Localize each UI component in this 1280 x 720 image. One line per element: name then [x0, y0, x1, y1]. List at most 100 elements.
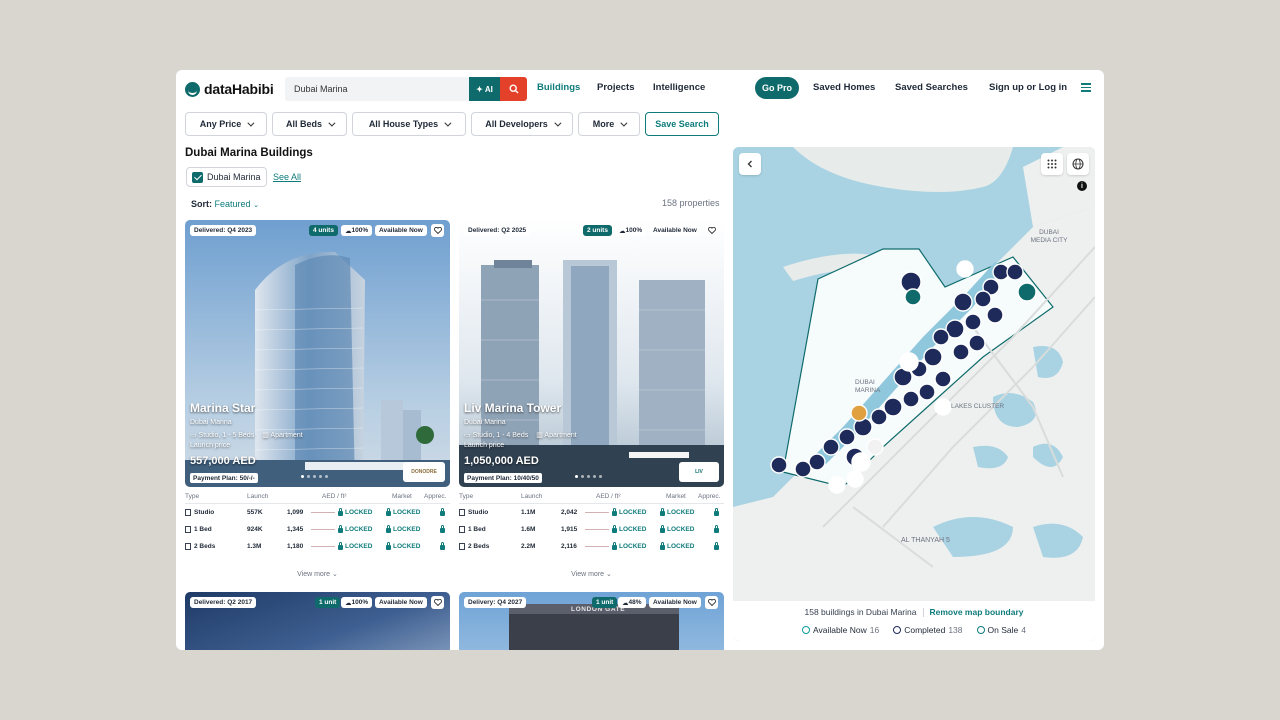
locked-aed[interactable]: LOCKED [338, 542, 386, 550]
row-aed: 1,099 [287, 509, 304, 516]
table-row[interactable]: Studio 1.1M 2,042 LOCKED LOCKED [459, 504, 724, 521]
legend-completed[interactable]: Completed 138 [893, 625, 963, 635]
map-footer-summary: 158 buildings in Dubai Marina Remove map … [733, 607, 1095, 618]
save-search-button[interactable]: Save Search [645, 112, 719, 136]
property-name[interactable]: Liv Marina Tower [464, 401, 561, 415]
property-image[interactable]: Delivered: Q2 2017 1 unit ☁ 100% Availabl… [185, 592, 450, 650]
map-canvas[interactable] [733, 147, 1095, 601]
locked-apprec[interactable] [440, 525, 450, 533]
table-row[interactable]: 2 Beds 1.3M 1,180 LOCKED LOCKED [185, 538, 450, 555]
locked-market[interactable]: LOCKED [660, 525, 714, 533]
property-card[interactable]: Delivered: Q2 2017 1 unit ☁ 100% Availabl… [185, 592, 450, 650]
heart-icon[interactable] [705, 596, 718, 609]
table-row[interactable]: Studio 557K 1,099 LOCKED LOCKED [185, 504, 450, 521]
map-label-lakes: LAKES CLUSTER [951, 403, 1005, 410]
heart-icon[interactable] [705, 224, 718, 237]
table-row[interactable]: 1 Bed 924K 1,345 LOCKED LOCKED [185, 521, 450, 538]
developers-filter[interactable]: All Developers [471, 112, 573, 136]
th-apprec: Apprec. [424, 493, 447, 500]
more-filter[interactable]: More [578, 112, 640, 136]
locked-label: LOCKED [619, 526, 647, 533]
see-all-link[interactable]: See All [273, 172, 301, 182]
area-chip[interactable]: Dubai Marina [186, 167, 267, 187]
ai-button[interactable]: ✦ AI [469, 77, 500, 101]
locked-aed[interactable]: LOCKED [338, 525, 386, 533]
legend-count: 138 [948, 625, 963, 635]
sort-value: Featured [214, 199, 251, 209]
buildings-count: 158 buildings in Dubai Marina [804, 607, 917, 617]
search-button[interactable] [500, 77, 527, 101]
locked-market[interactable]: LOCKED [660, 542, 714, 550]
house-types-filter[interactable]: All House Types [352, 112, 466, 136]
units-badge: 2 units [583, 225, 612, 236]
locked-market[interactable]: LOCKED [386, 508, 440, 516]
locked-apprec[interactable] [714, 542, 724, 550]
type-info: ▥ Apartment [536, 431, 576, 439]
area-chip-label: Dubai Marina [207, 172, 261, 182]
search-bar: ✦ AI [285, 77, 527, 101]
lock-icon [338, 542, 343, 550]
view-more-link[interactable]: View more ⌄ [185, 570, 450, 578]
search-input[interactable] [285, 77, 469, 101]
heart-icon[interactable] [431, 224, 444, 237]
locked-market[interactable]: LOCKED [386, 542, 440, 550]
nav-saved-homes[interactable]: Saved Homes [813, 82, 875, 93]
remove-boundary-link[interactable]: Remove map boundary [930, 607, 1024, 617]
table-row[interactable]: 2 Beds 2.2M 2,116 LOCKED LOCKED [459, 538, 724, 555]
nav-signup[interactable]: Sign up or Log in [989, 82, 1067, 93]
locked-apprec[interactable] [440, 542, 450, 550]
th-market: Market [666, 493, 686, 500]
property-name[interactable]: Marina Star [190, 401, 255, 415]
availability-badge: Available Now [649, 597, 701, 608]
legend-available[interactable]: Available Now 16 [802, 625, 879, 635]
beds-filter[interactable]: All Beds [272, 112, 347, 136]
locked-aed[interactable]: LOCKED [338, 508, 386, 516]
heart-icon[interactable] [431, 596, 444, 609]
sort-control[interactable]: Sort: Featured ⌄ [191, 199, 259, 209]
locked-label: LOCKED [619, 509, 647, 516]
go-pro-button[interactable]: Go Pro [755, 77, 799, 99]
more-filter-label: More [592, 119, 615, 129]
property-image[interactable]: Delivered: Q4 2023 4 units ☁ 100% Availab… [185, 220, 450, 487]
area-checkbox[interactable] [192, 171, 203, 183]
locked-aed[interactable]: LOCKED [612, 508, 660, 516]
launch-price-label: Launch price [190, 442, 231, 449]
availability-badge: Available Now [649, 225, 701, 236]
table-row[interactable]: 1 Bed 1.6M 1,915 LOCKED LOCKED [459, 521, 724, 538]
info-icon[interactable]: i [1077, 181, 1087, 191]
back-button[interactable] [739, 153, 761, 175]
property-image[interactable]: Delivered: Q2 2025 2 units ☁ 100% Availab… [459, 220, 724, 487]
units-badge: 1 unit [315, 597, 341, 608]
map-label-al-thanyah: AL THANYAH 5 [901, 537, 950, 544]
locked-apprec[interactable] [714, 525, 724, 533]
locked-aed[interactable]: LOCKED [612, 525, 660, 533]
nav-projects[interactable]: Projects [597, 82, 635, 93]
property-card[interactable]: LONDON GATE Delivery: Q4 2027 1 unit ☁ 48… [459, 592, 724, 650]
locked-apprec[interactable] [440, 508, 450, 516]
grid-view-button[interactable] [1041, 153, 1063, 175]
property-meta: ▭ Studio, 1 - 5 Beds ▥ Apartment [190, 431, 303, 439]
logo[interactable]: dataHabibi [185, 80, 274, 98]
locked-label: LOCKED [393, 526, 421, 533]
bed-icon: ▭ [464, 432, 473, 439]
sparkline [311, 529, 335, 530]
nav-intelligence[interactable]: Intelligence [653, 82, 705, 93]
locked-market[interactable]: LOCKED [386, 525, 440, 533]
hamburger-menu-icon[interactable] [1081, 83, 1091, 92]
nav-buildings[interactable]: Buildings [537, 82, 580, 93]
view-more-link[interactable]: View more ⌄ [459, 570, 724, 578]
property-image[interactable]: LONDON GATE Delivery: Q4 2027 1 unit ☁ 48… [459, 592, 724, 650]
locked-apprec[interactable] [714, 508, 724, 516]
lock-icon [386, 508, 391, 516]
locked-aed[interactable]: LOCKED [612, 542, 660, 550]
nav-saved-searches[interactable]: Saved Searches [895, 82, 968, 93]
property-price: 1,050,000 AED [464, 455, 539, 467]
globe-button[interactable] [1067, 153, 1089, 175]
locked-market[interactable]: LOCKED [660, 508, 714, 516]
legend-on-sale[interactable]: On Sale 4 [976, 625, 1026, 635]
image-carousel-dots[interactable] [575, 475, 602, 478]
map-panel[interactable]: DUBAI MEDIA CITY DUBAI MARINA AL THANYAH… [733, 147, 1095, 641]
sparkline [311, 512, 335, 513]
price-filter[interactable]: Any Price [185, 112, 267, 136]
image-carousel-dots[interactable] [301, 475, 328, 478]
